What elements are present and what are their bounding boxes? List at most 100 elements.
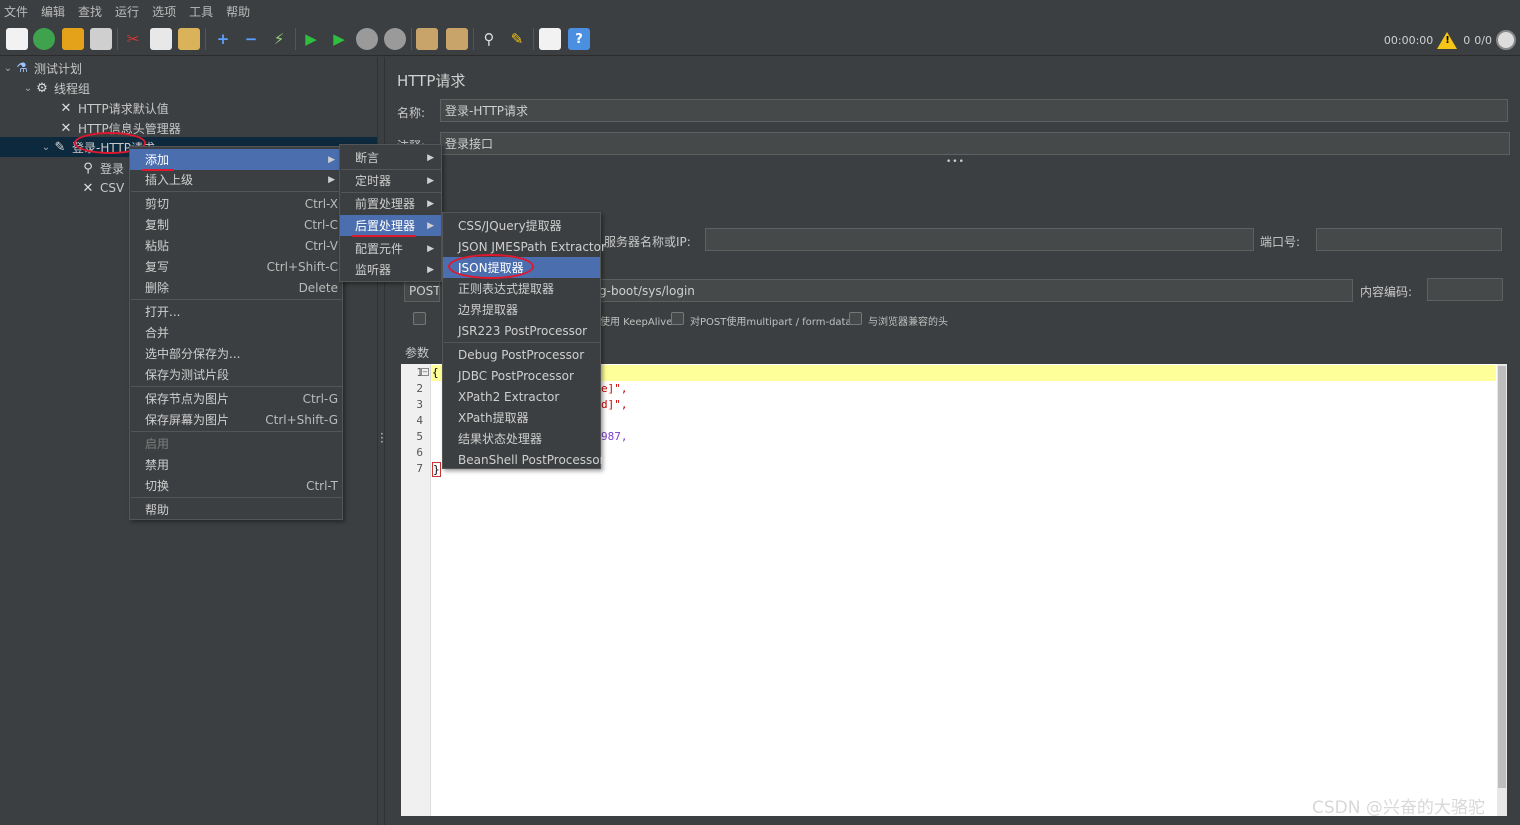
name-field[interactable]: 登录-HTTP请求 — [440, 99, 1508, 122]
comment-field[interactable]: 登录接口 — [440, 132, 1510, 155]
submenu-item-postprocessors[interactable]: 后置处理器 ▶ — [340, 215, 441, 236]
submenu-item-xpath-extractor[interactable]: XPath提取器 — [443, 407, 600, 428]
submenu-item-json-jmespath-extractor[interactable]: JSON JMESPath Extractor — [443, 236, 606, 257]
page-title: HTTP请求 — [397, 72, 466, 90]
menu-separator — [131, 386, 343, 387]
encoding-field[interactable] — [1427, 278, 1503, 301]
submenu-item-config-elements[interactable]: 配置元件 ▶ — [340, 238, 441, 259]
menu-edit[interactable]: 编辑 — [41, 3, 65, 20]
toolbar-separator — [295, 28, 296, 50]
new-icon[interactable] — [6, 28, 28, 50]
submenu-item-beanshell-postprocessor[interactable]: BeanShell PostProcessor — [443, 449, 605, 470]
paste-icon[interactable] — [178, 28, 200, 50]
submenu-item-regex-extractor[interactable]: 正则表达式提取器 — [443, 278, 600, 299]
multipart-checkbox[interactable] — [671, 312, 684, 325]
menu-item-insert-parent[interactable]: 插入上级 ▶ — [130, 169, 342, 190]
menu-separator — [131, 299, 343, 300]
line-number: 7 — [416, 462, 423, 475]
expand-icon[interactable]: + — [212, 28, 234, 50]
editor-scrollbar[interactable] — [1497, 364, 1507, 816]
code-line: { — [432, 366, 439, 379]
divider-grip-icon[interactable]: · · · — [380, 428, 384, 448]
submenu-item-jdbc-postprocessor[interactable]: JDBC PostProcessor — [443, 365, 600, 386]
stop-icon[interactable] — [356, 28, 378, 50]
templates-icon[interactable] — [33, 28, 55, 50]
line-number: 3 — [416, 398, 423, 411]
menu-item-duplicate[interactable]: 复写 Ctrl+Shift-C — [130, 256, 342, 277]
keepalive-label: 使用 KeepAlive — [600, 317, 673, 328]
shutdown-icon[interactable] — [384, 28, 406, 50]
chevron-down-icon[interactable]: ⌄ — [40, 142, 52, 153]
multipart-label: 对POST使用multipart / form-data — [690, 317, 852, 328]
submenu-item-jsr223-postprocessor[interactable]: JSR223 PostProcessor — [443, 320, 600, 341]
submenu-item-result-status-handler[interactable]: 结果状态处理器 — [443, 428, 600, 449]
function-helper-icon[interactable] — [539, 28, 561, 50]
submenu-item-debug-postprocessor[interactable]: Debug PostProcessor — [443, 344, 600, 365]
copy-icon[interactable] — [150, 28, 172, 50]
menu-item-merge[interactable]: 合并 — [130, 322, 342, 343]
browser-headers-checkbox[interactable] — [849, 312, 862, 325]
menu-item-add[interactable]: 添加 ▶ — [130, 149, 342, 170]
menu-tools[interactable]: 工具 — [189, 3, 213, 20]
method-select[interactable]: POST — [404, 279, 440, 302]
tree-node-http-defaults[interactable]: ✕ HTTP请求默认值 — [58, 98, 169, 118]
menu-item-save-screen-image[interactable]: 保存屏幕为图片 Ctrl+Shift-G — [130, 409, 342, 430]
fold-icon[interactable]: − — [421, 368, 429, 376]
warning-icon[interactable] — [1437, 31, 1458, 49]
clear-all-icon[interactable] — [446, 28, 468, 50]
menu-file[interactable]: 文件 — [4, 3, 28, 20]
menu-item-open[interactable]: 打开... — [130, 301, 342, 322]
cut-icon[interactable]: ✂ — [122, 28, 144, 50]
submenu-item-xpath2-extractor[interactable]: XPath2 Extractor — [443, 386, 600, 407]
auto-redirect-checkbox[interactable] — [413, 312, 426, 325]
tree-node-thread-group[interactable]: ⌄ ⚙ 线程组 — [22, 78, 90, 98]
server-label: 服务器名称或IP: — [604, 235, 691, 249]
tree-node-test-plan[interactable]: ⌄ ⚗ 测试计划 — [2, 58, 82, 78]
menu-item-save-node-image[interactable]: 保存节点为图片 Ctrl-G — [130, 388, 342, 409]
menu-item-copy[interactable]: 复制 Ctrl-C — [130, 214, 342, 235]
server-field[interactable] — [705, 228, 1254, 251]
menu-search[interactable]: 查找 — [78, 3, 102, 20]
open-folder-icon[interactable] — [62, 28, 84, 50]
menu-run[interactable]: 运行 — [115, 3, 139, 20]
clear-icon[interactable] — [416, 28, 438, 50]
help-icon[interactable]: ? — [568, 28, 590, 50]
tree-node-child-csv[interactable]: ✕ CSV — [80, 178, 125, 198]
path-field[interactable]: g-boot/sys/login — [594, 279, 1353, 302]
menu-item-save-selection[interactable]: 选中部分保存为... — [130, 343, 342, 364]
submenu-item-listeners[interactable]: 监听器 ▶ — [340, 259, 441, 280]
chevron-down-icon[interactable]: ⌄ — [2, 63, 14, 74]
submenu-item-css-jquery-extractor[interactable]: CSS/JQuery提取器 — [443, 215, 600, 236]
collapse-icon[interactable]: − — [240, 28, 262, 50]
submenu-item-preprocessors[interactable]: 前置处理器 ▶ — [340, 193, 441, 214]
submenu-item-timers[interactable]: 定时器 ▶ — [340, 170, 441, 191]
start-no-pause-icon[interactable]: ▶ — [328, 28, 350, 50]
toolbar-separator — [533, 28, 534, 50]
submenu-item-boundary-extractor[interactable]: 边界提取器 — [443, 299, 600, 320]
menu-item-delete[interactable]: 删除 Delete — [130, 277, 342, 298]
start-icon[interactable]: ▶ — [300, 28, 322, 50]
menu-item-cut[interactable]: 剪切 Ctrl-X — [130, 193, 342, 214]
chevron-down-icon[interactable]: ⌄ — [22, 83, 34, 94]
status-area: 00:00:00 0 0/0 — [1384, 27, 1516, 53]
menu-item-help[interactable]: 帮助 — [130, 499, 342, 520]
toggle-icon[interactable]: ⚡ — [268, 28, 290, 50]
collapse-grip-icon[interactable]: ••• — [946, 157, 965, 167]
menu-options[interactable]: 选项 — [152, 3, 176, 20]
reset-search-icon[interactable]: ✎ — [506, 28, 528, 50]
warning-count: 0 — [1463, 33, 1471, 47]
menu-item-paste[interactable]: 粘贴 Ctrl-V — [130, 235, 342, 256]
menu-item-disable[interactable]: 禁用 — [130, 454, 342, 475]
flask-icon: ⚗ — [16, 60, 28, 76]
tree-node-label: 测试计划 — [34, 61, 83, 76]
tab-parameters[interactable]: 参数 — [405, 344, 429, 361]
menu-help[interactable]: 帮助 — [226, 3, 250, 20]
save-icon[interactable] — [90, 28, 112, 50]
menu-item-save-fragment[interactable]: 保存为测试片段 — [130, 364, 342, 385]
menu-item-toggle[interactable]: 切换 Ctrl-T — [130, 475, 342, 496]
port-field[interactable] — [1316, 228, 1502, 251]
search-icon[interactable]: ⚲ — [478, 28, 500, 50]
tree-node-child-login[interactable]: ⚲ 登录 — [80, 158, 124, 178]
scrollbar-thumb[interactable] — [1498, 366, 1506, 788]
submenu-item-assertions[interactable]: 断言 ▶ — [340, 147, 441, 168]
